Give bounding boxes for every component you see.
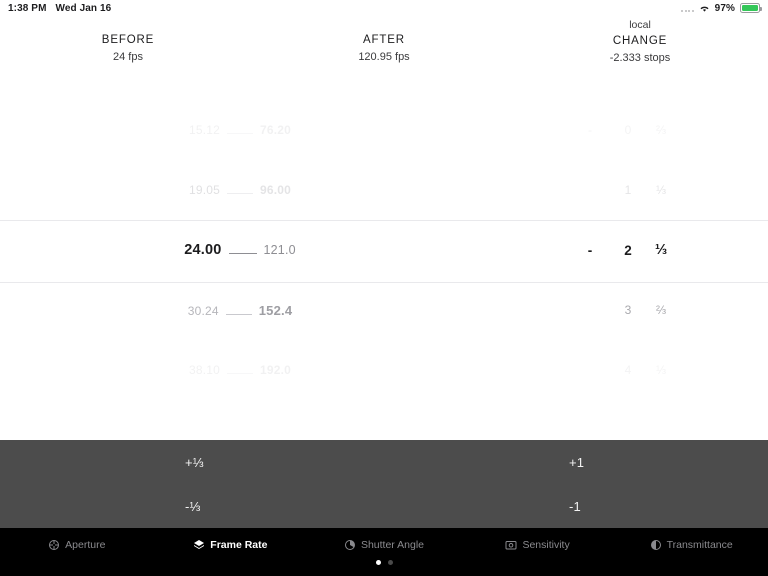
status-time: 1:38 PM	[8, 2, 47, 14]
header-change: local CHANGE -2.333 stops	[512, 16, 768, 68]
header-after-value: 120.95 fps	[358, 51, 410, 63]
wifi-icon	[699, 4, 710, 13]
tab-transmittance[interactable]: Transmittance	[614, 534, 768, 556]
tab-frame-rate[interactable]: Frame Rate	[154, 534, 308, 556]
frame-rate-icon	[193, 539, 205, 551]
tab-label: Aperture	[65, 539, 106, 551]
stop-fraction-value: ⅔	[655, 123, 666, 137]
adjust-pad: +⅓ -⅓ +1 -1	[0, 440, 768, 528]
frame-rate-dash-icon	[228, 253, 257, 254]
frame-rate-dash-icon	[227, 133, 253, 134]
status-bar-right: 97%	[681, 2, 762, 14]
shutter-angle-icon	[344, 539, 356, 551]
page-dot[interactable]	[375, 560, 381, 565]
frame-rate-before-value: 30.24	[187, 303, 219, 318]
aperture-icon	[48, 539, 60, 551]
header-after-title: AFTER	[363, 34, 405, 46]
header-before: BEFORE 24 fps	[0, 16, 256, 68]
frame-rate-row-selected[interactable]: 24.00 121.0	[110, 220, 370, 280]
status-bar-left: 1:38 PM Wed Jan 16	[8, 3, 111, 14]
stop-fraction-value: ⅓	[655, 363, 666, 377]
stop-fraction-row[interactable]: ⅔	[626, 280, 696, 340]
frame-rate-after-value: 76.20	[260, 123, 292, 137]
app-root: 1:38 PM Wed Jan 16 97% BEFORE 24 fps AFT…	[0, 0, 768, 576]
header-before-title: BEFORE	[101, 34, 155, 46]
frame-rate-after-value: 192.0	[260, 363, 292, 377]
adjust-column-whole: +1 -1	[384, 440, 768, 528]
stop-fraction-row[interactable]: ⅔	[626, 100, 696, 160]
header-change-superlabel: local	[629, 19, 651, 31]
frame-rate-after-value: 121.0	[263, 243, 296, 257]
tab-label: Transmittance	[666, 539, 733, 551]
tab-label: Sensitivity	[522, 539, 570, 551]
increase-one-button[interactable]: +1	[384, 440, 768, 484]
battery-percent: 97%	[714, 2, 735, 14]
stop-sign-value: -	[587, 242, 593, 258]
stop-fraction-value: ⅔	[655, 303, 666, 317]
stop-fraction-value: ⅓	[654, 242, 668, 258]
transmittance-icon	[650, 539, 662, 551]
increase-third-button[interactable]: +⅓	[0, 440, 384, 484]
frame-rate-before-value: 24.00	[184, 242, 222, 258]
frame-rate-row[interactable]: 19.05 96.00	[110, 160, 370, 220]
frame-rate-before-value: 38.10	[188, 363, 220, 377]
frame-rate-row[interactable]: 15.12 76.20	[110, 100, 370, 160]
stop-fraction-row[interactable]: ⅓	[626, 160, 696, 220]
frame-rate-dash-icon	[227, 193, 253, 194]
summary-header: BEFORE 24 fps AFTER 120.95 fps local CHA…	[0, 16, 768, 68]
stop-sign-value: -	[588, 123, 592, 137]
frame-rate-dash-icon	[227, 373, 253, 374]
stop-fraction-row-selected[interactable]: ⅓	[626, 220, 696, 280]
adjust-column-third: +⅓ -⅓	[0, 440, 384, 528]
frame-rate-before-value: 19.05	[188, 183, 220, 197]
frame-rate-before-value: 15.12	[188, 123, 220, 137]
tab-bar: Aperture Frame Rate Shutter Angle Sensitivi…	[0, 528, 768, 576]
page-dot[interactable]	[387, 560, 393, 565]
decrease-third-button[interactable]: -⅓	[0, 484, 384, 528]
stop-fraction-wheel[interactable]: ⅔ ⅓ ⅓ ⅔ ⅓	[626, 68, 696, 440]
tab-label: Shutter Angle	[360, 539, 424, 551]
battery-icon	[740, 3, 762, 13]
header-change-value: -2.333 stops	[609, 52, 671, 64]
signal-dots-icon	[681, 5, 694, 12]
header-before-value: 24 fps	[113, 51, 143, 63]
status-bar: 1:38 PM Wed Jan 16 97%	[0, 0, 768, 16]
sensitivity-icon	[505, 539, 517, 551]
frame-rate-dash-icon	[225, 313, 252, 315]
frame-rate-after-value: 96.00	[260, 183, 292, 197]
frame-rate-wheel[interactable]: 15.12 76.20 19.05 96.00 24.00 121.0 30.24 152.4…	[110, 68, 370, 440]
stop-fraction-row[interactable]: ⅓	[626, 340, 696, 400]
tab-sensitivity[interactable]: Sensitivity	[461, 534, 615, 556]
tab-aperture[interactable]: Aperture	[0, 534, 154, 556]
frame-rate-row[interactable]: 30.24 152.4	[110, 280, 370, 340]
stop-fraction-value: ⅓	[655, 183, 666, 197]
header-after: AFTER 120.95 fps	[256, 16, 512, 68]
tab-shutter-angle[interactable]: Shutter Angle	[307, 534, 461, 556]
frame-rate-after-value: 152.4	[258, 302, 293, 318]
frame-rate-row[interactable]: 38.10 192.0	[110, 340, 370, 400]
picker-area[interactable]: 15.12 76.20 19.05 96.00 24.00 121.0 30.24 152.4…	[0, 68, 768, 440]
status-date: Wed Jan 16	[55, 2, 112, 14]
page-dots	[0, 560, 768, 565]
header-change-title: CHANGE	[612, 35, 668, 47]
tab-label: Frame Rate	[210, 539, 268, 551]
decrease-one-button[interactable]: -1	[384, 484, 768, 528]
